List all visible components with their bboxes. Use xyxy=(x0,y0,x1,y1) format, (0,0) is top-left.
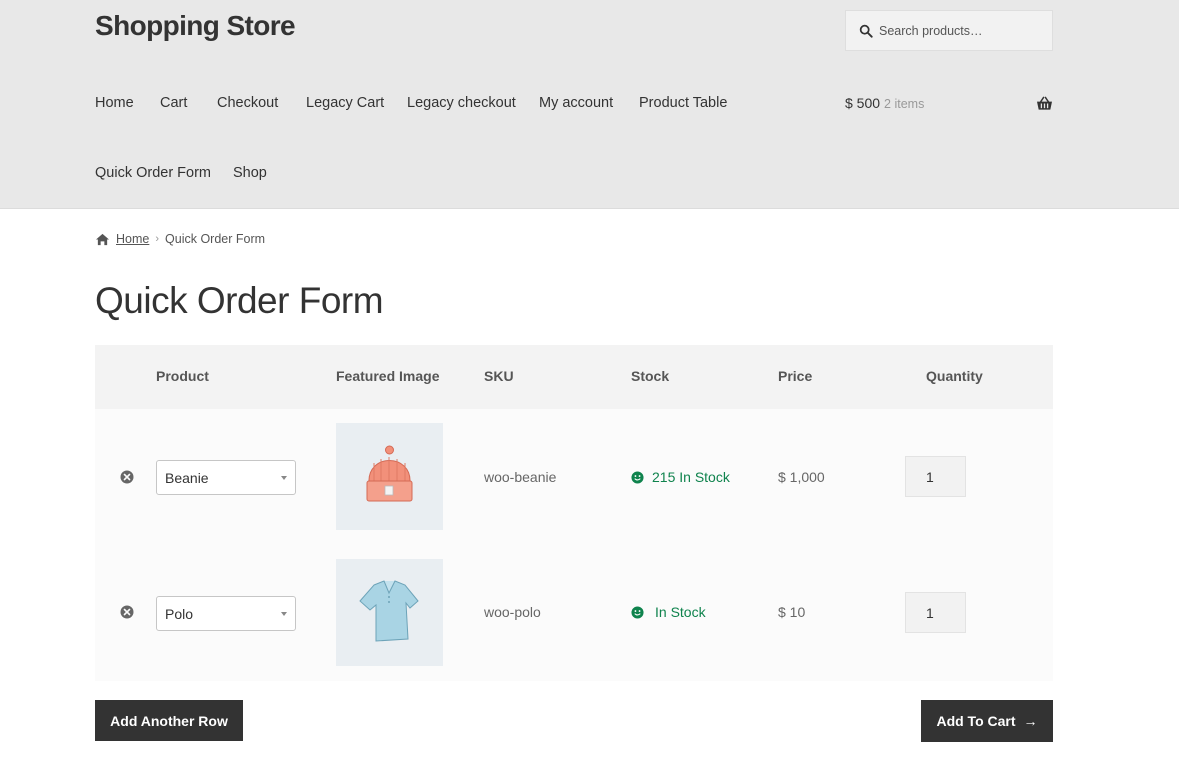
nav-item-cart[interactable]: Cart xyxy=(160,95,187,111)
site-title[interactable]: Shopping Store xyxy=(95,10,296,42)
basket-icon[interactable] xyxy=(1036,96,1053,111)
table-row: Polo woo-polo In Stock $ 10 1 xyxy=(95,545,1053,681)
stock-status: 215 In Stock xyxy=(631,469,730,485)
breadcrumb-separator-icon: › xyxy=(155,233,160,245)
add-to-cart-button[interactable]: Add To Cart → xyxy=(921,700,1053,742)
quick-order-table: Product Featured Image SKU Stock Price Q… xyxy=(95,345,1053,681)
beanie-illustration xyxy=(366,445,413,502)
nav-item-legacy-cart[interactable]: Legacy Cart xyxy=(306,95,384,111)
beanie-image xyxy=(336,423,443,530)
search-placeholder: Search products… xyxy=(879,23,983,38)
remove-row-icon[interactable] xyxy=(120,470,134,484)
cart-count: 2 items xyxy=(884,97,925,111)
column-header-sku: SKU xyxy=(484,368,514,384)
product-select[interactable]: Beanie xyxy=(156,460,296,495)
cart-total: $ 500 xyxy=(845,95,881,111)
search-icon xyxy=(859,24,873,38)
breadcrumb: Home › Quick Order Form xyxy=(95,232,265,246)
table-row: Beanie woo-beanie 215 In Stock $ 1,000 1 xyxy=(95,409,1053,545)
add-to-cart-label: Add To Cart xyxy=(936,713,1016,729)
price-value: $ 1,000 xyxy=(778,469,825,485)
nav-item-checkout[interactable]: Checkout xyxy=(217,95,278,111)
nav-item-product-table[interactable]: Product Table xyxy=(639,95,727,111)
stock-status: In Stock xyxy=(631,604,706,620)
column-header-price: Price xyxy=(778,368,813,384)
column-header-quantity: Quantity xyxy=(926,368,983,384)
breadcrumb-home-link[interactable]: Home xyxy=(116,232,149,246)
polo-image xyxy=(336,559,443,666)
chevron-down-icon xyxy=(281,612,287,616)
stock-value: In Stock xyxy=(655,604,706,620)
search-input[interactable]: Search products… xyxy=(845,10,1053,51)
nav-item-legacy-checkout[interactable]: Legacy checkout xyxy=(407,95,516,111)
nav-item-quick-order-form[interactable]: Quick Order Form xyxy=(95,165,211,181)
chevron-down-icon xyxy=(281,476,287,480)
smile-icon xyxy=(631,470,644,484)
product-select-value: Polo xyxy=(165,606,194,622)
column-header-product: Product xyxy=(156,368,209,384)
quantity-input[interactable]: 1 xyxy=(905,456,966,497)
nav-item-shop[interactable]: Shop xyxy=(233,165,267,181)
sku-value: woo-polo xyxy=(484,604,541,620)
remove-row-icon[interactable] xyxy=(120,605,134,619)
stock-value: 215 In Stock xyxy=(652,469,730,485)
quantity-input[interactable]: 1 xyxy=(905,592,966,633)
site-header: Shopping Store Search products… Home Car… xyxy=(0,0,1179,209)
nav-item-my-account[interactable]: My account xyxy=(539,95,613,111)
breadcrumb-current: Quick Order Form xyxy=(165,232,266,246)
add-another-row-button[interactable]: Add Another Row xyxy=(95,700,243,741)
smile-icon xyxy=(631,605,644,619)
column-header-stock: Stock xyxy=(631,368,670,384)
price-value: $ 10 xyxy=(778,604,806,620)
table-header: Product Featured Image SKU Stock Price Q… xyxy=(95,345,1053,409)
product-select[interactable]: Polo xyxy=(156,596,296,631)
page-title: Quick Order Form xyxy=(95,280,384,321)
polo-illustration xyxy=(359,580,419,642)
home-icon xyxy=(96,233,109,245)
sku-value: woo-beanie xyxy=(484,469,557,485)
product-select-value: Beanie xyxy=(165,470,209,486)
nav-item-home[interactable]: Home xyxy=(95,95,134,111)
column-header-featured-image: Featured Image xyxy=(336,368,440,384)
arrow-right-icon: → xyxy=(1023,713,1038,729)
header-cart-link[interactable]: $ 500 2 items xyxy=(845,95,924,111)
